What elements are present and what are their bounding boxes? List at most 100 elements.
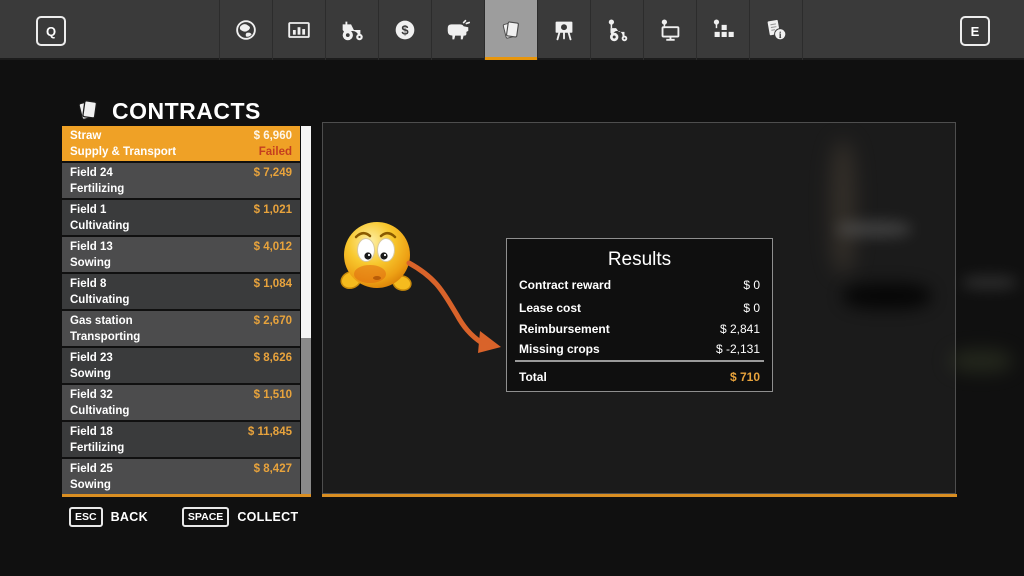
contract-name: Field 32 xyxy=(70,389,113,401)
result-value: $ -2,131 xyxy=(716,342,760,356)
statistics-icon xyxy=(285,16,313,44)
tab-production[interactable] xyxy=(537,0,590,60)
contract-name: Gas station xyxy=(70,315,133,327)
result-label: Contract reward xyxy=(519,278,611,292)
contract-reward: $ 11,845 xyxy=(248,426,292,438)
contract-reward: $ 8,427 xyxy=(254,463,292,475)
list-scrollbar[interactable] xyxy=(301,126,311,494)
background-blur-shape xyxy=(962,276,1017,289)
result-value: $ 0 xyxy=(743,301,760,315)
space-key-hint: SPACE xyxy=(182,507,229,527)
contract-list-item[interactable]: Field 1 $ 1,021 Cultivating xyxy=(62,200,300,235)
contract-type: Supply & Transport xyxy=(70,146,176,158)
tab-animals[interactable] xyxy=(431,0,484,60)
finances-icon: $ xyxy=(391,16,419,44)
contract-type: Cultivating xyxy=(70,220,129,232)
contract-list-item[interactable]: Field 18 $ 11,845 Fertilizing xyxy=(62,422,300,457)
results-row: Missing crops $ -2,131 xyxy=(519,342,760,357)
tab-ai-worker[interactable] xyxy=(590,0,643,60)
garage-monitor-icon xyxy=(656,16,684,44)
tab-map[interactable] xyxy=(219,0,272,60)
contract-reward: $ 1,510 xyxy=(254,389,292,401)
collect-button[interactable]: COLLECT xyxy=(237,510,298,524)
footer-hints: ESC BACK SPACE COLLECT xyxy=(69,507,298,527)
svg-text:i: i xyxy=(779,31,782,41)
contract-reward: $ 8,626 xyxy=(254,352,292,364)
tab-vehicles[interactable] xyxy=(325,0,378,60)
contract-type: Fertilizing xyxy=(70,442,124,454)
ai-worker-icon xyxy=(603,16,631,44)
contracts-icon xyxy=(497,16,525,44)
contract-list-item[interactable]: Gas station $ 2,670 Transporting xyxy=(62,311,300,346)
next-tab-key-hint: E xyxy=(960,16,990,46)
contract-name: Field 1 xyxy=(70,204,106,216)
results-row: Reimbursement $ 2,841 xyxy=(519,322,760,337)
contract-name: Field 23 xyxy=(70,352,113,364)
tractor-icon xyxy=(338,16,366,44)
result-label: Missing crops xyxy=(519,342,600,356)
result-value: $ 2,841 xyxy=(720,322,760,336)
contract-type: Sowing xyxy=(70,479,111,491)
page-title: CONTRACTS xyxy=(112,98,261,125)
background-blur-shape xyxy=(950,350,1012,372)
total-label: Total xyxy=(519,370,547,384)
contract-list: Straw $ 6,960 Supply & Transport Failed … xyxy=(62,126,300,496)
contract-list-item[interactable]: Field 24 $ 7,249 Fertilizing xyxy=(62,163,300,198)
svg-text:$: $ xyxy=(401,23,409,38)
tab-construction[interactable] xyxy=(696,0,749,60)
contract-list-item[interactable]: Field 32 $ 1,510 Cultivating xyxy=(62,385,300,420)
tab-contracts[interactable] xyxy=(484,0,537,60)
result-label: Lease cost xyxy=(519,301,581,315)
tab-garage[interactable] xyxy=(643,0,696,60)
contract-name: Field 24 xyxy=(70,167,113,179)
total-value: $ 710 xyxy=(730,370,760,384)
contracts-screen: Q E $ xyxy=(0,0,1024,576)
results-divider xyxy=(515,360,764,362)
help-info-icon: i xyxy=(762,16,790,44)
background-blur-shape xyxy=(831,141,855,273)
background-blur-shape xyxy=(843,283,931,309)
prev-tab-key-hint: Q xyxy=(36,16,66,46)
contract-name: Field 25 xyxy=(70,463,113,475)
esc-key-hint: ESC xyxy=(69,507,103,527)
emoji-blush xyxy=(354,265,386,283)
contract-reward: $ 2,670 xyxy=(254,315,292,327)
contract-name: Field 8 xyxy=(70,278,106,290)
contract-list-item[interactable]: Field 25 $ 8,427 Sowing xyxy=(62,459,300,494)
contract-name: Field 13 xyxy=(70,241,113,253)
contract-status: Failed xyxy=(259,146,292,158)
contract-list-item[interactable]: Field 8 $ 1,084 Cultivating xyxy=(62,274,300,309)
arrow-annotation xyxy=(409,263,501,353)
top-menu-bar: Q E $ xyxy=(0,0,1024,60)
contract-type: Cultivating xyxy=(70,405,129,417)
tab-help[interactable]: i xyxy=(749,0,802,60)
contract-name: Straw xyxy=(70,130,101,142)
contract-type: Cultivating xyxy=(70,294,129,306)
contract-list-item[interactable]: Field 13 $ 4,012 Sowing xyxy=(62,237,300,272)
contract-list-item[interactable]: Field 23 $ 8,626 Sowing xyxy=(62,348,300,383)
tab-statistics[interactable] xyxy=(272,0,325,60)
cow-icon xyxy=(444,16,472,44)
background-blur-shape xyxy=(837,221,911,237)
contract-reward: $ 1,084 xyxy=(254,278,292,290)
easel-icon xyxy=(550,16,578,44)
contract-type: Sowing xyxy=(70,368,111,380)
list-accent-line xyxy=(62,494,311,497)
panel-accent-line xyxy=(322,494,957,497)
worried-emoji-arrow-overlay xyxy=(336,216,506,366)
contract-list-item[interactable]: Straw $ 6,960 Supply & Transport Failed xyxy=(62,126,300,161)
contract-type: Sowing xyxy=(70,257,111,269)
globe-icon xyxy=(232,16,260,44)
results-box: Results Contract reward $ 0 Lease cost $… xyxy=(506,238,773,392)
contract-reward: $ 1,021 xyxy=(254,204,292,216)
tab-finances[interactable]: $ xyxy=(378,0,431,60)
contract-name: Field 18 xyxy=(70,426,113,438)
back-button[interactable]: BACK xyxy=(111,510,148,524)
contract-reward: $ 7,249 xyxy=(254,167,292,179)
results-row: Lease cost $ 0 xyxy=(519,301,760,316)
result-label: Reimbursement xyxy=(519,322,610,336)
results-total-row: Total $ 710 xyxy=(519,370,760,385)
scrollbar-thumb[interactable] xyxy=(301,126,311,338)
blocks-icon xyxy=(709,16,737,44)
result-value: $ 0 xyxy=(743,278,760,292)
